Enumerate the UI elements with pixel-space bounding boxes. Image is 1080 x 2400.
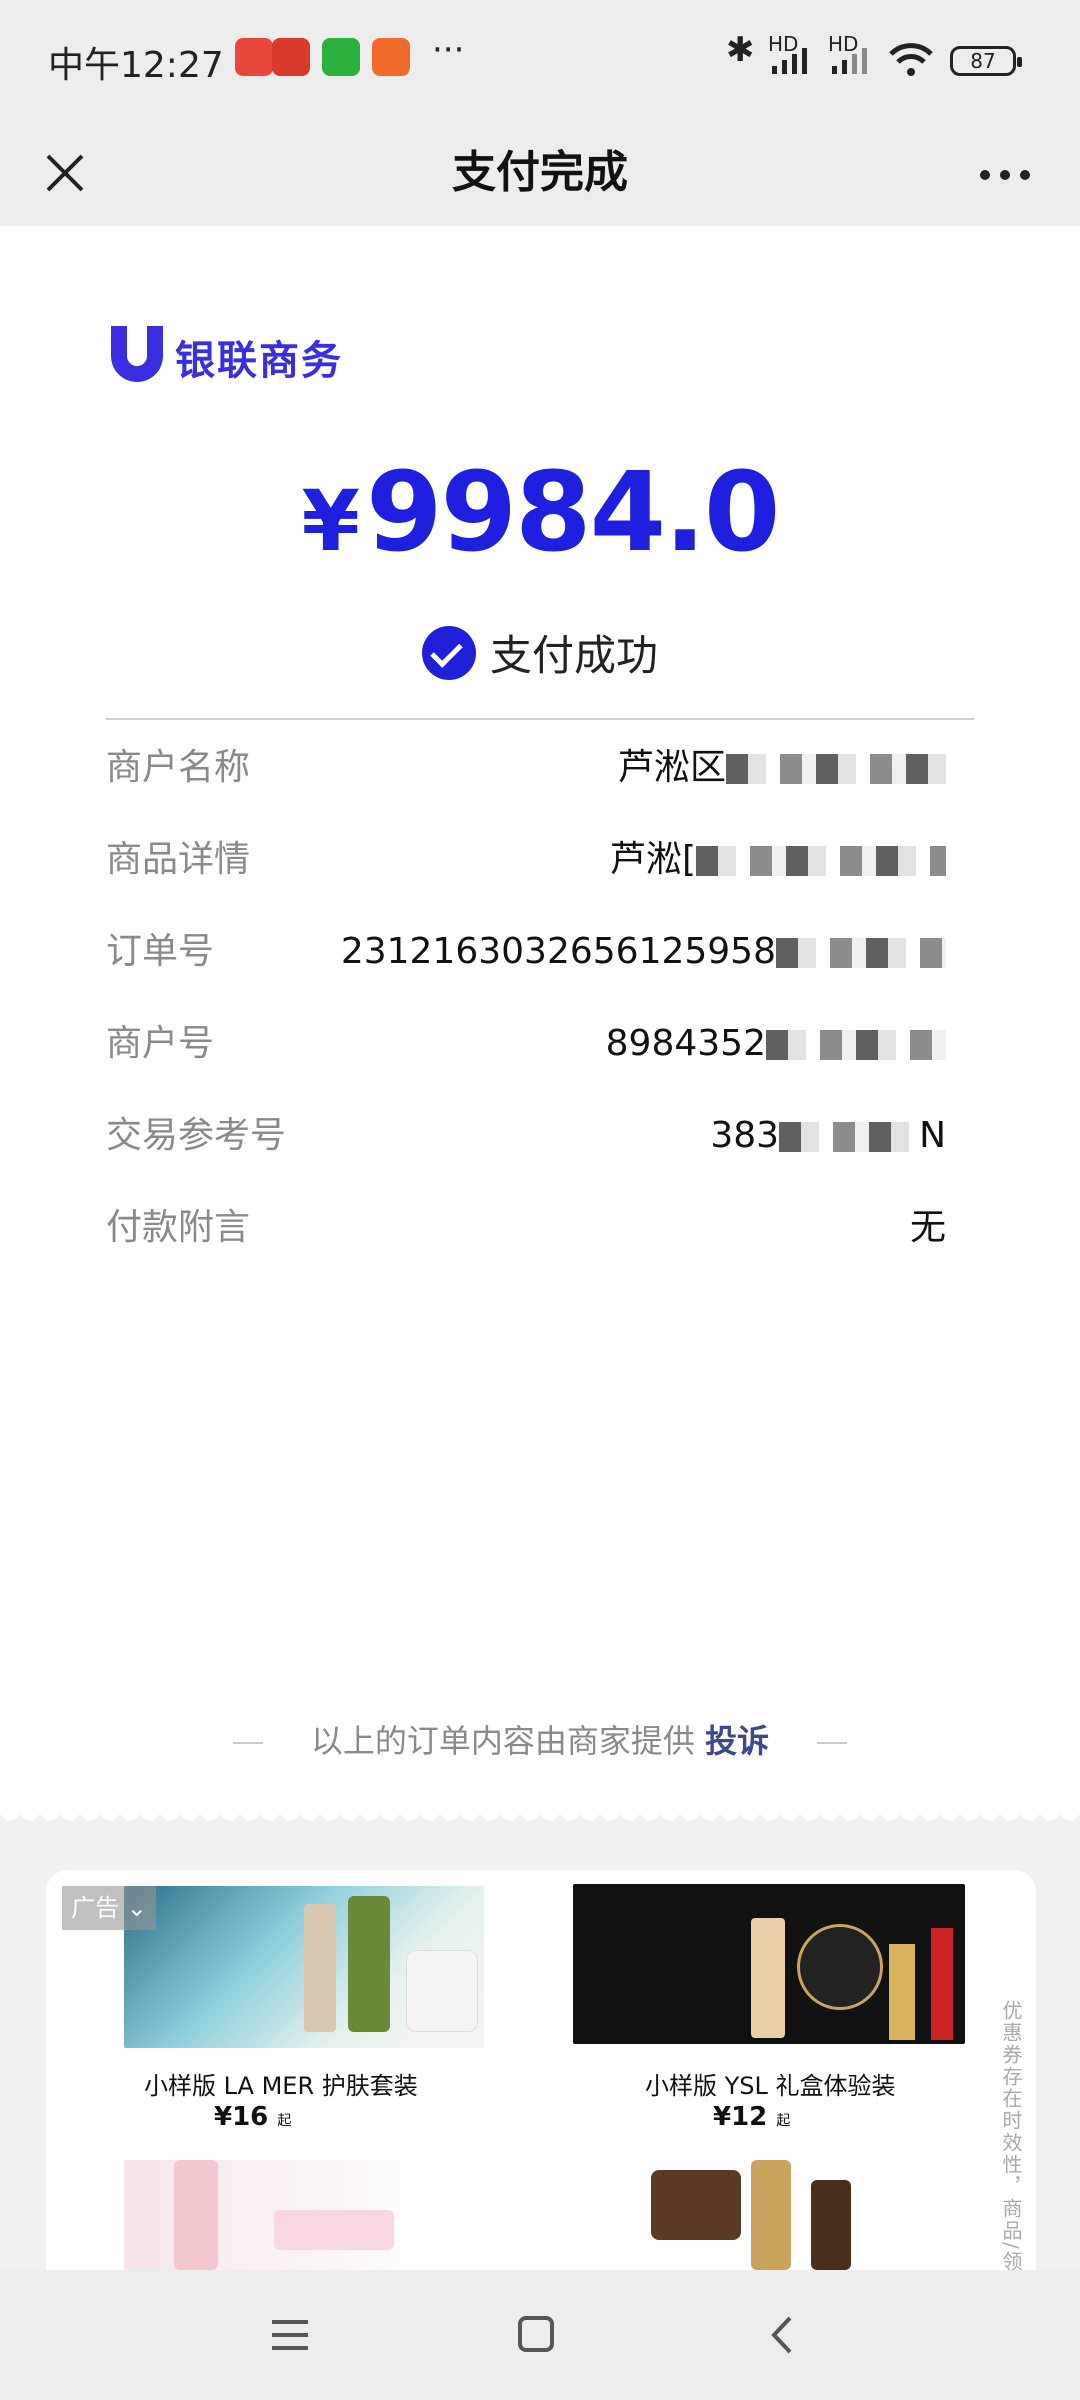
detail-value: 383 N — [710, 1115, 946, 1156]
ad-product-lamer[interactable]: 小样版 LA MER 护肤套装 ¥16 起 — [46, 1870, 541, 2270]
detail-label: 商户号 — [106, 1023, 215, 1064]
alarm-icon — [235, 38, 273, 76]
wechat-icon — [322, 38, 360, 76]
more-icon[interactable] — [970, 138, 1040, 208]
divider — [106, 718, 974, 720]
check-circle-icon — [421, 626, 476, 680]
wifi-icon — [889, 43, 933, 76]
product-price: ¥12 起 — [713, 2102, 791, 2132]
close-icon[interactable] — [30, 138, 100, 208]
product-name: 小样版 YSL 礼盒体验装 — [645, 2072, 896, 2100]
status-bar: 中午12:27 ··· ✱ HD HD 87 — [0, 0, 1080, 120]
ad-section: 广告 ⌄ 小样版 LA MER 护肤套装 ¥16 起 小样版 YSL 礼盒体验装… — [0, 1810, 1080, 2270]
detail-value: 芦淞[ — [610, 830, 946, 890]
footer-note: 以上的订单内容由商家提供 投诉 — [0, 1716, 1080, 1762]
merchant-logo-text: 银联商务 — [175, 338, 343, 384]
product-price: ¥16 起 — [214, 2102, 292, 2132]
detail-row-merchant-name: 商户名称 芦淞区 — [106, 738, 946, 798]
back-icon[interactable] — [752, 2310, 812, 2360]
unionpay-logo-icon — [111, 326, 163, 382]
ad-product-ysl[interactable]: 小样版 YSL 礼盒体验装 ¥12 起 — [541, 1870, 1036, 2270]
detail-value: 8984352 — [606, 1014, 946, 1074]
status-time: 中午12:27 — [48, 45, 224, 86]
estee-product-image — [124, 2160, 444, 2270]
signal-icon — [772, 48, 807, 74]
battery-indicator: 87 — [950, 46, 1022, 76]
detail-row-order-no: 订单号 2312163032656125958 — [106, 922, 946, 982]
payment-status-text: 支付成功 — [489, 631, 658, 680]
signal-icon-2 — [832, 48, 867, 74]
detail-label: 交易参考号 — [106, 1115, 287, 1156]
lamer-product-image — [124, 1886, 484, 2048]
payment-status: 支付成功 — [0, 622, 1080, 683]
divider-right — [817, 1742, 848, 1744]
estee-night-product-image — [631, 2160, 891, 2270]
product-name: 小样版 LA MER 护肤套装 — [144, 2072, 418, 2100]
detail-label: 订单号 — [106, 931, 215, 972]
currency-symbol: ¥ — [301, 472, 360, 570]
detail-value: 2312163032656125958 — [341, 922, 946, 982]
footer-note-text: 以上的订单内容由商家提供 — [310, 1722, 695, 1760]
detail-label: 付款附言 — [106, 1207, 251, 1248]
detail-label: 商户名称 — [106, 747, 251, 788]
detail-value: 芦淞区 — [618, 738, 946, 798]
more-notifications-icon: ··· — [432, 30, 465, 70]
app-notification-icon — [272, 38, 310, 76]
system-nav-bar — [0, 2270, 1080, 2400]
amount-value: 9984.0 — [365, 448, 780, 576]
detail-row-merchant-no: 商户号 8984352 — [106, 1014, 946, 1074]
detail-row-goods: 商品详情 芦淞[ — [106, 830, 946, 890]
coupon-side-note: 优惠券存在时效性，商品/领券 — [999, 2000, 1023, 2295]
payment-amount: ¥9984.0 — [0, 448, 1080, 576]
ysl-product-image — [573, 1884, 965, 2044]
page-title: 支付完成 — [452, 147, 628, 198]
detail-row-remark: 付款附言 无 — [106, 1198, 946, 1258]
menu-icon[interactable] — [260, 2310, 320, 2360]
ad-card: 广告 ⌄ 小样版 LA MER 护肤套装 ¥16 起 小样版 YSL 礼盒体验装… — [46, 1870, 1036, 2270]
bluetooth-icon: ✱ — [726, 30, 755, 70]
complain-link[interactable]: 投诉 — [705, 1722, 769, 1760]
detail-row-reference-no: 交易参考号 383 N — [106, 1106, 946, 1166]
detail-label: 商品详情 — [106, 839, 251, 880]
detail-value: 无 — [909, 1207, 946, 1248]
kuaishou-icon — [372, 38, 410, 76]
home-icon[interactable] — [506, 2310, 566, 2360]
ad-badge[interactable]: 广告 ⌄ — [62, 1886, 156, 1930]
nav-bar: 支付完成 — [0, 120, 1080, 226]
divider-left — [232, 1742, 263, 1744]
